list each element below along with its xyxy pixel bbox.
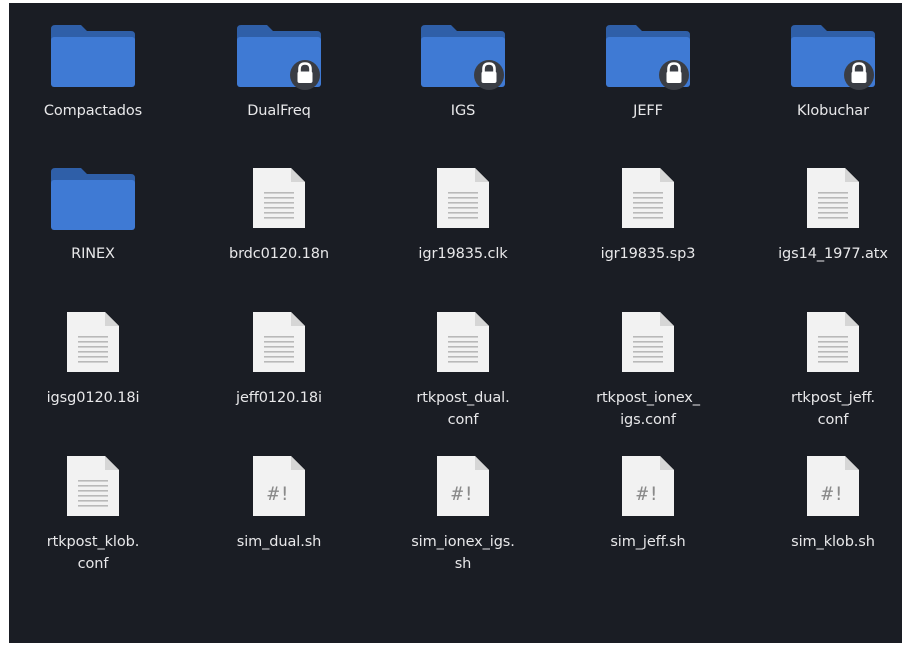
item-label: sim_jeff.sh [610, 534, 686, 550]
file-item-rtkpost-ionex-igs-conf[interactable]: rtkpost_ionex_ igs.conf [568, 290, 728, 430]
file-item-sim-klob-sh[interactable]: #! sim_klob.sh [753, 434, 902, 574]
item-label: sim_ionex_igs. sh [411, 534, 515, 572]
lock-icon [659, 60, 689, 90]
folder-item-igs[interactable]: IGS [383, 3, 543, 143]
item-label: sim_dual.sh [236, 534, 322, 550]
folder-item-klobuchar[interactable]: Klobuchar [753, 3, 902, 143]
file-item-sim-dual-sh[interactable]: #! sim_dual.sh [199, 434, 359, 574]
file-item-igsg0120-18i[interactable]: igsg0120.18i [13, 290, 173, 430]
text-file-icon [199, 306, 359, 386]
item-label: rtkpost_klob. conf [46, 534, 140, 572]
svg-text:#!: #! [268, 483, 291, 505]
text-file-icon [13, 306, 173, 386]
item-label: JEFF [633, 103, 663, 119]
folder-item-rinex[interactable]: RINEX [13, 146, 173, 286]
file-item-jeff0120-18i[interactable]: jeff0120.18i [199, 290, 359, 430]
text-file-icon [568, 306, 728, 386]
text-file-icon [753, 306, 902, 386]
file-browser-view: Compactados DualFreq IGS JEFF Klobuchar RINEX… [9, 3, 902, 643]
folder-icon [753, 19, 902, 99]
folder-item-dualfreq[interactable]: DualFreq [199, 3, 359, 143]
text-file-icon [199, 162, 359, 242]
item-label: brdc0120.18n [228, 246, 330, 262]
folder-item-jeff[interactable]: JEFF [568, 3, 728, 143]
file-item-igr19835-sp3[interactable]: igr19835.sp3 [568, 146, 728, 286]
text-file-icon [13, 450, 173, 530]
item-label: igr19835.clk [418, 246, 508, 262]
script-file-icon: #! [383, 450, 543, 530]
item-label: rtkpost_dual. conf [416, 390, 510, 428]
folder-icon [199, 19, 359, 99]
svg-text:#!: #! [452, 483, 475, 505]
folder-item-compactados[interactable]: Compactados [13, 3, 173, 143]
item-label: sim_klob.sh [791, 534, 875, 550]
script-file-icon: #! [568, 450, 728, 530]
file-item-brdc0120-18n[interactable]: brdc0120.18n [199, 146, 359, 286]
text-file-icon [383, 162, 543, 242]
item-label: IGS [450, 103, 476, 119]
file-item-rtkpost-klob-conf[interactable]: rtkpost_klob. conf [13, 434, 173, 574]
item-label: rtkpost_ionex_ igs.conf [596, 390, 700, 428]
lock-icon [474, 60, 504, 90]
text-file-icon [568, 162, 728, 242]
folder-icon [13, 162, 173, 242]
file-item-igr19835-clk[interactable]: igr19835.clk [383, 146, 543, 286]
item-label: jeff0120.18i [236, 390, 322, 406]
item-label: Compactados [43, 103, 143, 119]
file-item-sim-ionex-igs-sh[interactable]: #! sim_ionex_igs. sh [383, 434, 543, 574]
svg-text:#!: #! [637, 483, 660, 505]
item-label: Klobuchar [797, 103, 869, 119]
script-file-icon: #! [753, 450, 902, 530]
script-file-icon: #! [199, 450, 359, 530]
item-label: igr19835.sp3 [600, 246, 696, 262]
file-grid: Compactados DualFreq IGS JEFF Klobuchar RINEX… [9, 3, 902, 643]
file-item-sim-jeff-sh[interactable]: #! sim_jeff.sh [568, 434, 728, 574]
file-item-rtkpost-jeff-conf[interactable]: rtkpost_jeff. conf [753, 290, 902, 430]
svg-text:#!: #! [822, 483, 845, 505]
item-label: DualFreq [247, 103, 311, 119]
lock-icon [844, 60, 874, 90]
item-label: igs14_1977.atx [778, 246, 888, 262]
text-file-icon [753, 162, 902, 242]
folder-icon [383, 19, 543, 99]
text-file-icon [383, 306, 543, 386]
folder-icon [13, 19, 173, 99]
item-label: RINEX [71, 246, 115, 262]
item-label: igsg0120.18i [46, 390, 140, 406]
file-item-igs14-1977-atx[interactable]: igs14_1977.atx [753, 146, 902, 286]
item-label: rtkpost_jeff. conf [790, 390, 876, 428]
file-item-rtkpost-dual-conf[interactable]: rtkpost_dual. conf [383, 290, 543, 430]
lock-icon [290, 60, 320, 90]
folder-icon [568, 19, 728, 99]
